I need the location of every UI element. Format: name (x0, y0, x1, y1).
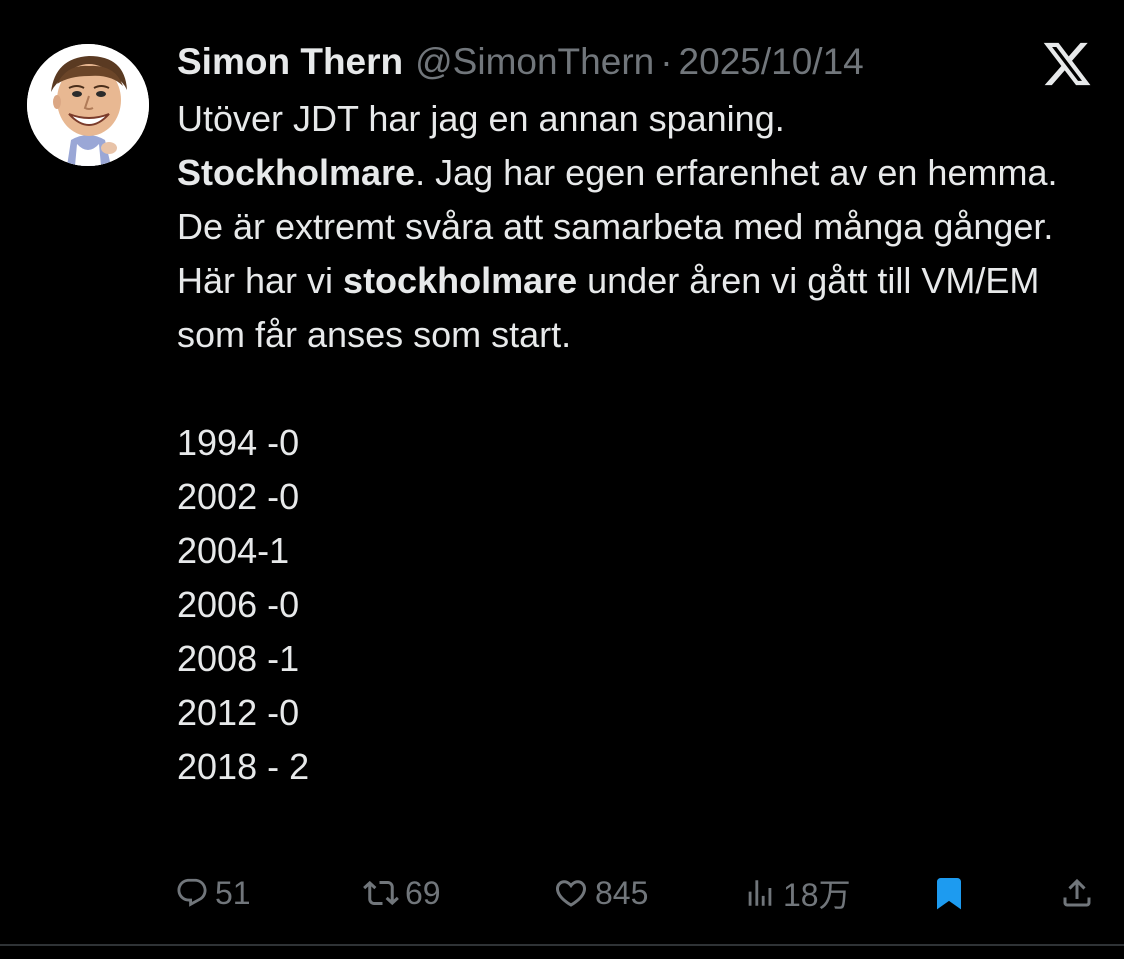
views-icon (748, 880, 772, 906)
reply-count: 51 (215, 874, 251, 911)
tweet-date[interactable]: 2025/10/14 (679, 38, 864, 86)
tweet-header: Simon Thern @SimonThern · 2025/10/14 (177, 38, 864, 86)
list-item: 2004-1 (177, 530, 290, 571)
like-button[interactable]: 845 (553, 868, 648, 918)
list-item: 2012 -0 (177, 692, 300, 733)
list-item: 2008 -1 (177, 638, 300, 679)
body-bold-stockholmare: Stockholmare (177, 152, 416, 193)
body-paragraph-2: Stockholmare. Jag har egen erfarenhet av… (177, 146, 1097, 254)
views-count: 18万 (783, 877, 851, 913)
retweet-count: 69 (405, 874, 441, 911)
list-item: 1994 -0 (177, 422, 300, 463)
author-handle[interactable]: @SimonThern (415, 38, 654, 86)
author-display-name[interactable]: Simon Thern (177, 38, 403, 86)
views-button[interactable]: 18万 (743, 868, 851, 918)
avatar-caricature-icon (27, 44, 149, 166)
heart-icon (555, 880, 587, 907)
share-button[interactable] (1059, 868, 1095, 918)
action-bar: 51 69 845 18万 (175, 868, 1097, 918)
retweet-button[interactable]: 69 (363, 868, 441, 918)
body-paragraph-3-start: Här har vi (177, 260, 344, 301)
tweet-card: Simon Thern @SimonThern · 2025/10/14 Utö… (0, 0, 1124, 959)
body-line-1: Utöver JDT har jag en annan spaning. (177, 98, 785, 139)
body-paragraph-3: Här har vi stockholmare under åren vi gå… (177, 254, 1097, 362)
list-item: 2002 -0 (177, 476, 300, 517)
list-item: 2018 - 2 (177, 746, 310, 787)
bookmark-icon (937, 878, 961, 910)
bookmark-button[interactable] (931, 868, 967, 918)
share-icon (1063, 878, 1091, 907)
header-separator: · (660, 41, 673, 82)
like-count: 845 (595, 874, 649, 911)
avatar[interactable] (27, 44, 149, 166)
reply-icon (177, 878, 207, 907)
reply-button[interactable]: 51 (175, 868, 251, 918)
x-logo-icon (1041, 38, 1093, 90)
retweet-icon (363, 880, 399, 906)
list-item: 2006 -0 (177, 584, 300, 625)
tweet-body: Utöver JDT har jag en annan spaning. Sto… (177, 92, 1097, 794)
body-bold-stockholmare-2: stockholmare (343, 260, 578, 301)
bottom-divider (0, 944, 1124, 946)
